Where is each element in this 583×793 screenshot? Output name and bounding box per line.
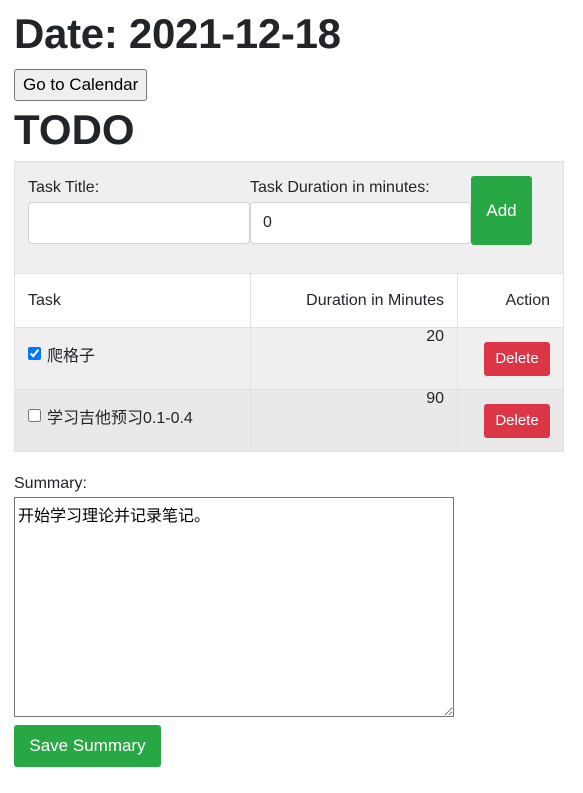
task-title-input[interactable]: [28, 202, 250, 244]
column-header-task: Task: [15, 274, 251, 328]
column-header-duration: Duration in Minutes: [250, 274, 458, 328]
todo-panel: Task Title: Task Duration in minutes: Ad…: [14, 161, 564, 452]
task-cell: 爬格子: [15, 327, 251, 390]
summary-textarea[interactable]: 开始学习理论并记录笔记。: [14, 497, 454, 717]
page: Date: 2021-12-18 Go to Calendar TODO Tas…: [0, 0, 583, 793]
go-to-calendar-button[interactable]: Go to Calendar: [14, 69, 148, 101]
date-title: Date: 2021-12-18: [14, 10, 341, 57]
summary-label: Summary:: [14, 475, 87, 492]
task-name: 学习吉他预习0.1-0.4: [47, 409, 193, 427]
task-table: Task Duration in Minutes Action 爬格子 20 D…: [15, 274, 563, 451]
add-task-button[interactable]: Add: [471, 176, 532, 245]
task-duration-label: Task Duration in minutes:: [250, 179, 430, 196]
table-row: 学习吉他预习0.1-0.4 90 Delete: [15, 389, 563, 451]
task-name: 爬格子: [47, 347, 96, 365]
action-cell: Delete: [457, 389, 563, 451]
duration-cell: 20: [250, 327, 458, 390]
delete-task-button[interactable]: Delete: [484, 403, 550, 438]
column-header-action: Action: [457, 274, 563, 328]
save-summary-button[interactable]: Save Summary: [14, 725, 161, 767]
task-title-label: Task Title:: [28, 179, 100, 196]
duration-cell: 90: [250, 389, 458, 451]
task-complete-checkbox[interactable]: [28, 347, 41, 360]
task-duration-input[interactable]: [250, 202, 471, 244]
todo-title: TODO: [14, 106, 135, 153]
delete-task-button[interactable]: Delete: [484, 341, 550, 376]
task-complete-checkbox[interactable]: [28, 409, 41, 422]
table-header-row: Task Duration in Minutes Action: [15, 274, 563, 328]
task-cell: 学习吉他预习0.1-0.4: [15, 389, 251, 451]
table-row: 爬格子 20 Delete: [15, 327, 563, 390]
add-task-form: Task Title: Task Duration in minutes: Ad…: [15, 162, 563, 274]
action-cell: Delete: [457, 327, 563, 390]
